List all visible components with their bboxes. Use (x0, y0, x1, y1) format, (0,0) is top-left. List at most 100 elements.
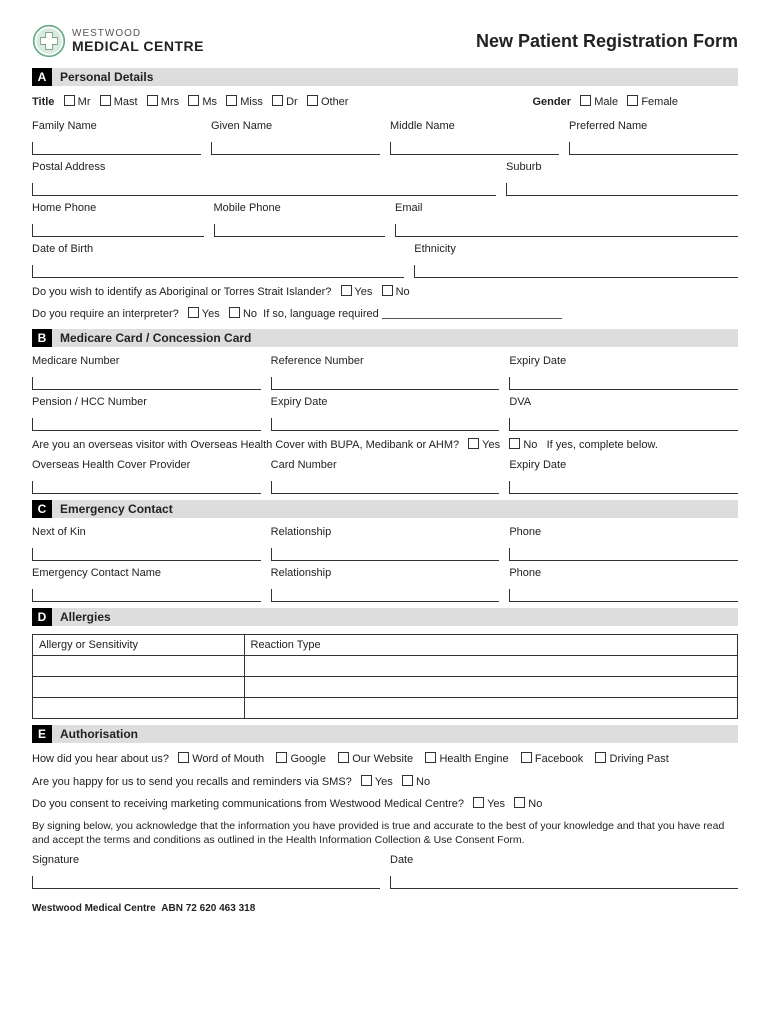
postal-address-label: Postal Address (32, 161, 496, 173)
ohc-expiry-label: Expiry Date (509, 459, 738, 471)
ethnicity-input[interactable] (414, 265, 738, 278)
checkbox-other[interactable] (307, 95, 318, 106)
allergy-cell[interactable] (33, 698, 245, 719)
nok-relationship-input[interactable] (271, 548, 500, 561)
checkbox-marketing-no[interactable] (514, 797, 525, 808)
card-number-input[interactable] (271, 481, 500, 494)
ec-relationship-label: Relationship (271, 567, 500, 579)
allergy-col-header: Allergy or Sensitivity (33, 635, 245, 656)
mobile-phone-label: Mobile Phone (214, 202, 386, 214)
given-name-input[interactable] (211, 142, 380, 155)
family-name-input[interactable] (32, 142, 201, 155)
middle-name-input[interactable] (390, 142, 559, 155)
ec-relationship-input[interactable] (271, 589, 500, 602)
preferred-name-label: Preferred Name (569, 120, 738, 132)
section-a-title: Personal Details (52, 68, 738, 86)
logo: WESTWOOD MEDICAL CENTRE (32, 24, 204, 58)
checkbox-mast[interactable] (100, 95, 111, 106)
checkbox-google[interactable] (276, 752, 287, 763)
signature-input[interactable] (32, 876, 380, 889)
checkbox-female[interactable] (627, 95, 638, 106)
emergency-name-label: Emergency Contact Name (32, 567, 261, 579)
interpreter-question: Do you require an interpreter? Yes No If… (32, 306, 738, 323)
reaction-cell[interactable] (244, 677, 738, 698)
gender-options: Gender Male Female (532, 94, 738, 112)
checkbox-wom[interactable] (178, 752, 189, 763)
email-input[interactable] (395, 224, 738, 237)
section-c-letter: C (32, 500, 52, 518)
allergy-cell[interactable] (33, 656, 245, 677)
checkbox-website[interactable] (338, 752, 349, 763)
dva-label: DVA (509, 396, 738, 408)
reaction-cell[interactable] (244, 656, 738, 677)
checkbox-miss[interactable] (226, 95, 237, 106)
dva-input[interactable] (509, 418, 738, 431)
section-d-header: D Allergies (32, 608, 738, 626)
checkbox-ms[interactable] (188, 95, 199, 106)
family-name-label: Family Name (32, 120, 201, 132)
checkbox-overseas-no[interactable] (509, 438, 520, 449)
date-input[interactable] (390, 876, 738, 889)
sms-question: Are you happy for us to send you recalls… (32, 774, 738, 791)
ohc-expiry-input[interactable] (509, 481, 738, 494)
checkbox-sms-yes[interactable] (361, 775, 372, 786)
reference-number-input[interactable] (271, 377, 500, 390)
allergy-cell[interactable] (33, 677, 245, 698)
section-e-title: Authorisation (52, 725, 738, 743)
checkbox-interpreter-yes[interactable] (188, 307, 199, 318)
table-row (33, 698, 738, 719)
section-d-letter: D (32, 608, 52, 626)
checkbox-male[interactable] (580, 95, 591, 106)
emergency-name-input[interactable] (32, 589, 261, 602)
middle-name-label: Middle Name (390, 120, 559, 132)
checkbox-overseas-yes[interactable] (468, 438, 479, 449)
checkbox-atsi-yes[interactable] (341, 285, 352, 296)
checkbox-mrs[interactable] (147, 95, 158, 106)
next-of-kin-label: Next of Kin (32, 526, 261, 538)
checkbox-interpreter-no[interactable] (229, 307, 240, 318)
medicare-number-input[interactable] (32, 377, 261, 390)
section-c-title: Emergency Contact (52, 500, 738, 518)
mobile-phone-input[interactable] (214, 224, 386, 237)
pension-expiry-input[interactable] (271, 418, 500, 431)
allergy-table: Allergy or Sensitivity Reaction Type (32, 634, 738, 719)
title-options: Title Mr Mast Mrs Ms Miss Dr Other (32, 94, 348, 112)
language-input[interactable] (382, 318, 562, 319)
dob-label: Date of Birth (32, 243, 404, 255)
ec-phone-input[interactable] (509, 589, 738, 602)
checkbox-dr[interactable] (272, 95, 283, 106)
section-c-header: C Emergency Contact (32, 500, 738, 518)
checkbox-healthengine[interactable] (425, 752, 436, 763)
home-phone-label: Home Phone (32, 202, 204, 214)
ohc-provider-label: Overseas Health Cover Provider (32, 459, 261, 471)
reaction-col-header: Reaction Type (244, 635, 738, 656)
checkbox-mr[interactable] (64, 95, 75, 106)
postal-address-input[interactable] (32, 183, 496, 196)
pension-input[interactable] (32, 418, 261, 431)
next-of-kin-input[interactable] (32, 548, 261, 561)
hear-about-us: How did you hear about us? Word of Mouth… (32, 751, 738, 768)
atsi-question: Do you wish to identify as Aboriginal or… (32, 284, 738, 301)
table-row (33, 677, 738, 698)
footer: Westwood Medical Centre ABN 72 620 463 3… (32, 903, 738, 914)
nok-relationship-label: Relationship (271, 526, 500, 538)
nok-phone-input[interactable] (509, 548, 738, 561)
suburb-input[interactable] (506, 183, 738, 196)
dob-input[interactable] (32, 265, 404, 278)
page-title: New Patient Registration Form (476, 31, 738, 52)
medicare-expiry-input[interactable] (509, 377, 738, 390)
reference-number-label: Reference Number (271, 355, 500, 367)
reaction-cell[interactable] (244, 698, 738, 719)
ethnicity-label: Ethnicity (414, 243, 738, 255)
ohc-provider-input[interactable] (32, 481, 261, 494)
checkbox-facebook[interactable] (521, 752, 532, 763)
home-phone-input[interactable] (32, 224, 204, 237)
preferred-name-input[interactable] (569, 142, 738, 155)
expiry-date-label: Expiry Date (509, 355, 738, 367)
checkbox-atsi-no[interactable] (382, 285, 393, 296)
checkbox-marketing-yes[interactable] (473, 797, 484, 808)
checkbox-driving[interactable] (595, 752, 606, 763)
section-e-header: E Authorisation (32, 725, 738, 743)
checkbox-sms-no[interactable] (402, 775, 413, 786)
section-b-title: Medicare Card / Concession Card (52, 329, 738, 347)
